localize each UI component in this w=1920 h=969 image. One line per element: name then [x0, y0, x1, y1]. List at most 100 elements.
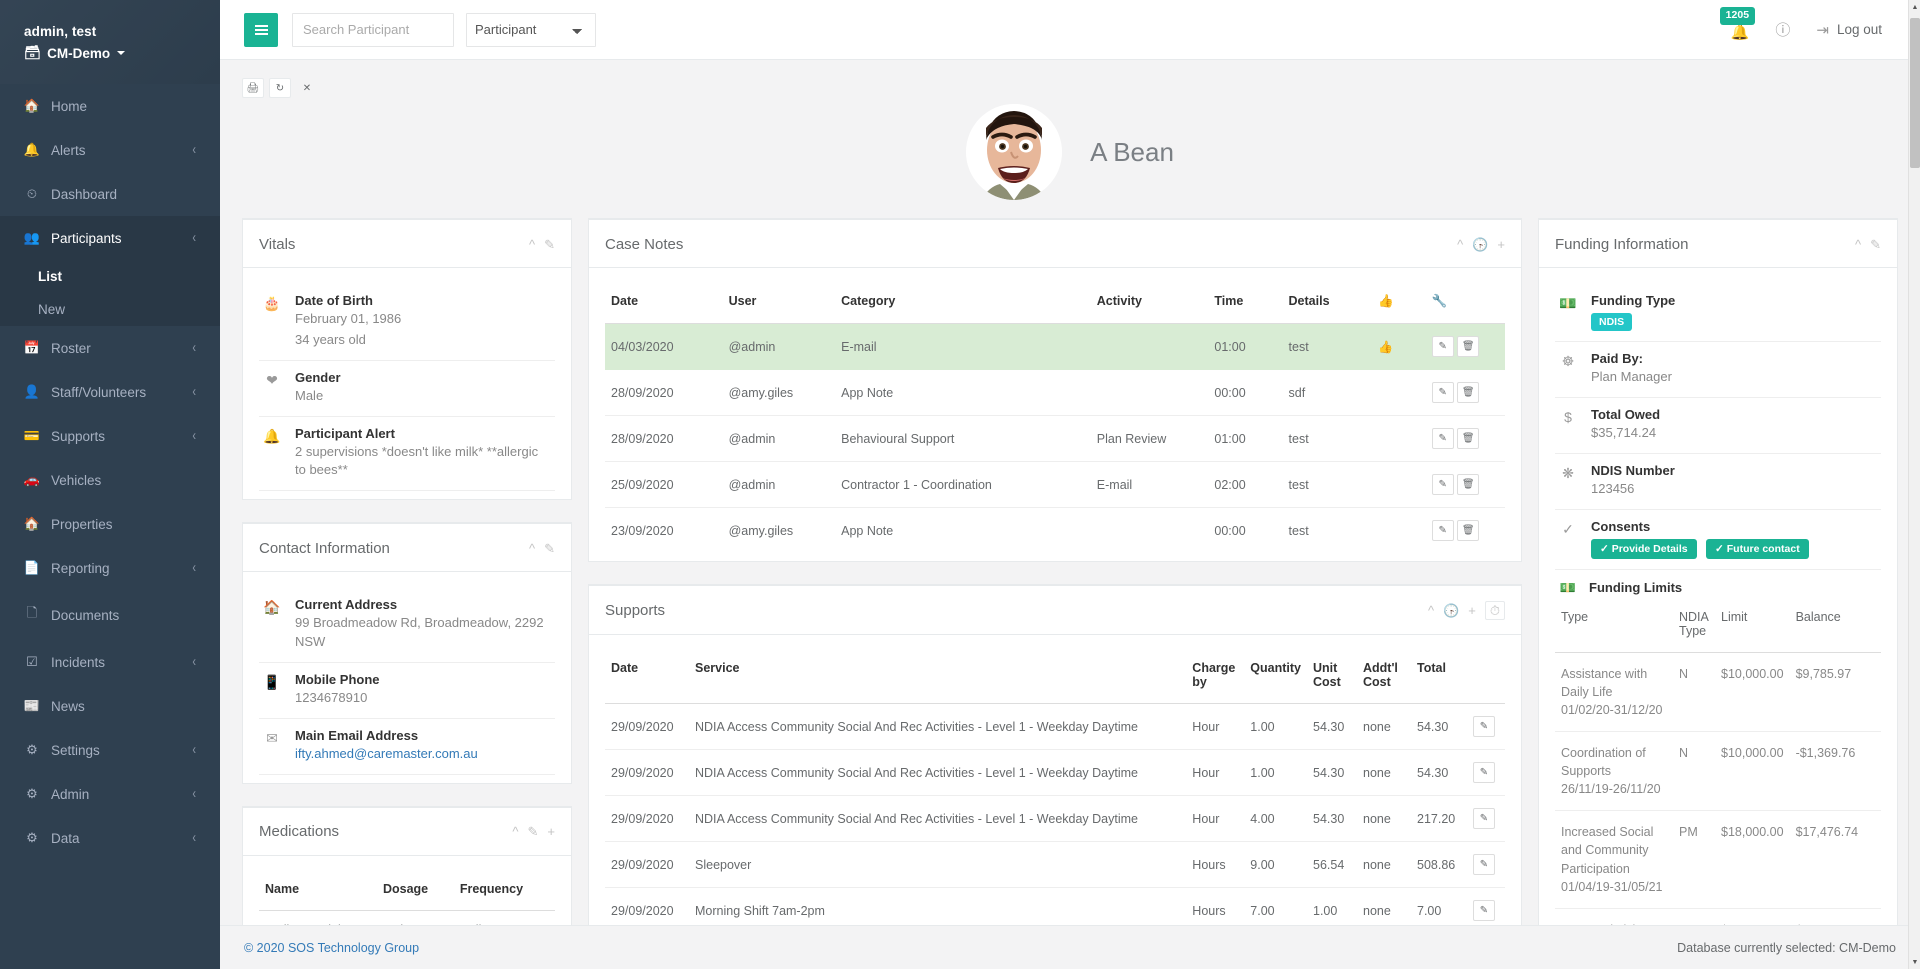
table-header-row: Date User Category Activity Time Details…: [605, 284, 1505, 324]
edit-pencil-icon[interactable]: ✎: [544, 238, 555, 251]
limit-ndia-type: N: [1673, 731, 1715, 812]
sidebar-item-data[interactable]: ⚙ Data ‹: [0, 816, 220, 860]
scrollbar-thumb[interactable]: [1910, 18, 1920, 168]
sidebar-item-incidents[interactable]: ☑ Incidents ‹: [0, 640, 220, 684]
edit-pencil-icon[interactable]: ✎: [528, 825, 539, 838]
table-row[interactable]: 04/03/2020 @admin E-mail 01:00 test 👍 ✎ …: [605, 323, 1505, 370]
notifications-button[interactable]: 1205 🔔: [1719, 7, 1756, 42]
sidebar-item-dashboard[interactable]: ⏲ Dashboard: [0, 172, 220, 216]
search-scope-select[interactable]: Participant: [466, 12, 596, 47]
logout-button[interactable]: ⇥ Log out: [1816, 21, 1882, 39]
sidebar-link-vehicles[interactable]: 🚗 Vehicles: [0, 458, 220, 502]
sidebar-item-admin[interactable]: ⚙ Admin ‹: [0, 772, 220, 816]
table-row[interactable]: 29/09/2020 NDIA Access Community Social …: [605, 795, 1505, 842]
sidebar-item-settings[interactable]: ⚙ Settings ‹: [0, 728, 220, 772]
sidebar-item-alerts[interactable]: 🔔 Alerts ‹: [0, 128, 220, 172]
edit-button[interactable]: ✎: [1431, 520, 1454, 541]
sidebar-link-properties[interactable]: 🏠 Properties: [0, 502, 220, 546]
sidebar-link-alerts[interactable]: 🔔 Alerts ‹: [0, 128, 220, 172]
sidebar-database-selector[interactable]: 🗃 CM-Demo: [24, 45, 196, 61]
sidebar-item-roster[interactable]: 📅 Roster ‹: [0, 326, 220, 370]
close-button[interactable]: ✕: [296, 78, 318, 98]
sidebar-item-properties[interactable]: 🏠 Properties: [0, 502, 220, 546]
sidebar-link-supports[interactable]: 💳 Supports ‹: [0, 414, 220, 458]
table-row[interactable]: 28/09/2020 @admin Behavioural Support Pl…: [605, 415, 1505, 462]
collapse-icon[interactable]: ^: [1855, 238, 1861, 251]
consent-badge-provide-details[interactable]: ✓ Provide Details: [1591, 538, 1697, 559]
print-button[interactable]: 🖨: [242, 78, 264, 98]
sidebar-item-participants[interactable]: 👥 Participants ‹ List New: [0, 216, 220, 326]
clock-icon[interactable]: ⏱: [1484, 601, 1505, 620]
edit-button[interactable]: ✎: [1473, 762, 1495, 783]
sidebar-subitem-list[interactable]: List: [0, 260, 220, 293]
sidebar-item-news[interactable]: 📰 News: [0, 684, 220, 728]
sidebar-link-dashboard[interactable]: ⏲ Dashboard: [0, 172, 220, 216]
collapse-icon[interactable]: ^: [1457, 238, 1463, 251]
table-row[interactable]: 29/09/2020 NDIA Access Community Social …: [605, 703, 1505, 750]
table-row[interactable]: 29/09/2020 NDIA Access Community Social …: [605, 749, 1505, 796]
edit-button[interactable]: ✎: [1473, 808, 1495, 829]
help-icon[interactable]: ⓘ: [1775, 19, 1790, 40]
sidebar-item-documents[interactable]: 🗋 Documents: [0, 590, 220, 640]
table-header-row: Name Dosage Frequency: [259, 871, 555, 911]
edit-button[interactable]: ✎: [1431, 382, 1454, 403]
delete-button[interactable]: 🗑: [1457, 474, 1480, 495]
search-input[interactable]: [292, 12, 454, 47]
edit-button[interactable]: ✎: [1473, 854, 1495, 875]
consent-badge-future-contact[interactable]: ✓ Future contact: [1706, 538, 1809, 559]
collapse-icon[interactable]: ^: [512, 825, 518, 838]
table-row[interactable]: 29/09/2020 Sleepover Hours 9.00 56.54 no…: [605, 841, 1505, 888]
table-row[interactable]: 25/09/2020 @admin Contractor 1 - Coordin…: [605, 461, 1505, 508]
edit-pencil-icon[interactable]: ✎: [544, 542, 555, 555]
refresh-button[interactable]: ↻: [269, 78, 291, 98]
collapse-icon[interactable]: ^: [1428, 604, 1434, 617]
sidebar-item-home[interactable]: 🏠 Home: [0, 84, 220, 128]
sidebar-link-staff[interactable]: 👤 Staff/Volunteers ‹: [0, 370, 220, 414]
sidebar-link-news[interactable]: 📰 News: [0, 684, 220, 728]
add-plus-icon[interactable]: +: [1497, 238, 1505, 251]
sidebar-sublink-list[interactable]: List: [0, 260, 220, 293]
sidebar-link-admin[interactable]: ⚙ Admin ‹: [0, 772, 220, 816]
table-row[interactable]: 23/09/2020 @amy.giles App Note 00:00 tes…: [605, 508, 1505, 554]
edit-button[interactable]: ✎: [1431, 428, 1454, 449]
sidebar-item-reporting[interactable]: 📄 Reporting ‹: [0, 546, 220, 590]
delete-button[interactable]: 🗑: [1457, 382, 1480, 403]
page-scrollbar[interactable]: ▲ ▼: [1908, 0, 1920, 969]
sidebar-link-incidents[interactable]: ☑ Incidents ‹: [0, 640, 220, 684]
delete-button[interactable]: 🗑: [1457, 336, 1480, 357]
binoculars-icon[interactable]: 🕞: [1443, 604, 1459, 617]
sidebar-item-supports[interactable]: 💳 Supports ‹: [0, 414, 220, 458]
sidebar-link-settings[interactable]: ⚙ Settings ‹: [0, 728, 220, 772]
collapse-icon[interactable]: ^: [529, 238, 535, 251]
collapse-icon[interactable]: ^: [529, 542, 535, 555]
sidebar-sublink-new[interactable]: New: [0, 293, 220, 326]
sidebar-link-documents[interactable]: 🗋 Documents: [0, 590, 220, 640]
delete-button[interactable]: 🗑: [1457, 520, 1480, 541]
printer-icon: 🖨: [246, 82, 260, 94]
edit-button[interactable]: ✎: [1473, 716, 1495, 737]
table-row[interactable]: 28/09/2020 @amy.giles App Note 00:00 sdf: [605, 369, 1505, 416]
sidebar-item-vehicles[interactable]: 🚗 Vehicles: [0, 458, 220, 502]
copyright-link[interactable]: © 2020 SOS Technology Group: [244, 941, 419, 955]
delete-button[interactable]: 🗑: [1457, 428, 1480, 449]
add-plus-icon[interactable]: +: [1468, 604, 1476, 617]
sidebar-link-home[interactable]: 🏠 Home: [0, 84, 220, 128]
sidebar-toggle-button[interactable]: [244, 12, 278, 47]
edit-pencil-icon[interactable]: ✎: [1870, 238, 1881, 251]
edit-button[interactable]: ✎: [1473, 900, 1495, 921]
thumbs-up-icon[interactable]: 👍: [1378, 340, 1393, 354]
sidebar-link-reporting[interactable]: 📄 Reporting ‹: [0, 546, 220, 590]
scroll-down-arrow-icon[interactable]: ▼: [1909, 955, 1920, 969]
sidebar-link-data[interactable]: ⚙ Data ‹: [0, 816, 220, 860]
add-plus-icon[interactable]: +: [547, 825, 555, 838]
email-link[interactable]: ifty.ahmed@caremaster.com.au: [295, 746, 478, 761]
sidebar-item-staff-volunteers[interactable]: 👤 Staff/Volunteers ‹: [0, 370, 220, 414]
edit-button[interactable]: ✎: [1431, 474, 1454, 495]
sidebar-subitem-new[interactable]: New: [0, 293, 220, 326]
scroll-up-arrow-icon[interactable]: ▲: [1909, 0, 1920, 14]
case-note-details: test: [1282, 323, 1373, 370]
edit-button[interactable]: ✎: [1431, 336, 1454, 357]
binoculars-icon[interactable]: 🕞: [1472, 238, 1488, 251]
sidebar-link-roster[interactable]: 📅 Roster ‹: [0, 326, 220, 370]
sidebar-link-participants[interactable]: 👥 Participants ‹: [0, 216, 220, 260]
